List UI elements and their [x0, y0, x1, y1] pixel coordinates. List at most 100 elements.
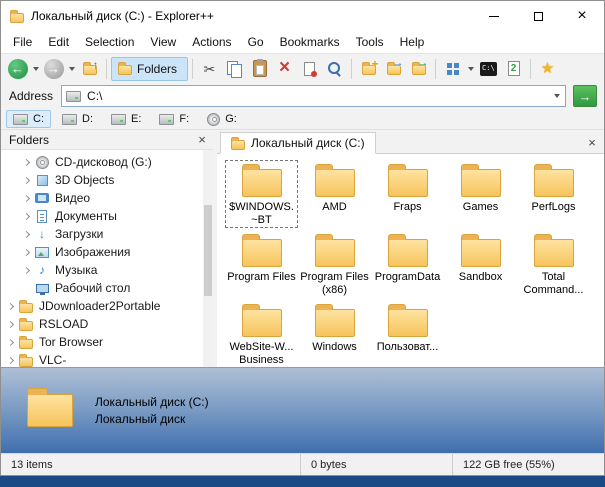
file-item-label: Program Files	[227, 271, 296, 283]
tree-item[interactable]: Загрузки	[1, 225, 203, 243]
expand-chevron-icon[interactable]	[22, 158, 31, 166]
menu-view[interactable]: View	[142, 32, 184, 52]
expand-chevron-icon[interactable]	[6, 356, 15, 364]
minimize-button[interactable]	[472, 1, 516, 31]
file-item[interactable]: Windows	[298, 300, 371, 367]
search-button[interactable]	[322, 57, 347, 81]
up-button[interactable]	[77, 57, 102, 81]
new-folder-button[interactable]	[356, 57, 381, 81]
forward-button[interactable]	[41, 57, 66, 81]
move-to-button[interactable]	[406, 57, 431, 81]
expand-chevron-icon[interactable]	[6, 302, 15, 310]
file-item[interactable]: Program Files (x86)	[298, 230, 371, 298]
menu-actions[interactable]: Actions	[184, 32, 239, 52]
drive-button-d[interactable]: D:	[55, 110, 100, 128]
drive-button-e[interactable]: E:	[104, 110, 148, 128]
forward-history-dropdown[interactable]	[66, 57, 77, 81]
tree-scrollbar-thumb[interactable]	[204, 205, 212, 297]
tree-item[interactable]: Музыка	[1, 261, 203, 279]
tree-scrollbar[interactable]	[203, 150, 213, 367]
address-input[interactable]: C:\	[61, 85, 566, 107]
menu-selection[interactable]: Selection	[77, 32, 142, 52]
file-item[interactable]: AMD	[298, 160, 371, 228]
command-prompt-button[interactable]	[476, 57, 501, 81]
views-menu-dropdown[interactable]	[465, 57, 476, 81]
file-item[interactable]: Total Command...	[517, 230, 590, 298]
tree-item[interactable]: Изображения	[1, 243, 203, 261]
toolbar-separator	[106, 58, 107, 79]
file-item[interactable]: Games	[444, 160, 517, 228]
expand-chevron-icon[interactable]	[22, 176, 31, 184]
tree-item-label: Документы	[55, 209, 117, 223]
menu-help[interactable]: Help	[392, 32, 433, 52]
tree-item[interactable]: 3D Objects	[1, 171, 203, 189]
menu-go[interactable]: Go	[240, 32, 272, 52]
file-item[interactable]: Fraps	[371, 160, 444, 228]
expand-chevron-icon[interactable]	[22, 230, 31, 238]
objects3d-icon	[36, 174, 48, 186]
tree-item-label: Музыка	[55, 263, 98, 277]
drive-icon	[66, 90, 82, 102]
file-item[interactable]: ProgramData	[371, 230, 444, 298]
tree-item[interactable]: Документы	[1, 207, 203, 225]
tab-local-disk-c[interactable]: Локальный диск (C:)	[220, 132, 376, 154]
status-size: 0 bytes	[301, 454, 453, 475]
close-button[interactable]	[560, 1, 604, 31]
expand-chevron-icon[interactable]	[22, 194, 31, 202]
maximize-button[interactable]	[516, 1, 560, 31]
cd-icon	[35, 155, 49, 169]
expand-chevron-icon[interactable]	[22, 248, 31, 256]
drive-button-f[interactable]: F:	[152, 110, 196, 128]
info-folder-icon	[27, 388, 73, 427]
go-button[interactable]	[573, 85, 597, 107]
file-item[interactable]: Program Files	[225, 230, 298, 298]
cut-button[interactable]	[197, 57, 222, 81]
window-controls	[472, 1, 604, 31]
tree-item[interactable]: CD-дисковод (G:)	[1, 153, 203, 171]
drive-label: E:	[131, 113, 142, 125]
delete-button[interactable]	[272, 57, 297, 81]
menu-edit[interactable]: Edit	[40, 32, 77, 52]
tree-item[interactable]: Tor Browser	[1, 333, 203, 351]
tree-item[interactable]: VLC-	[1, 351, 203, 367]
duplicate-tab-button[interactable]	[501, 57, 526, 81]
drive-button-g[interactable]: G:	[200, 110, 244, 128]
expand-chevron-icon[interactable]	[22, 212, 31, 220]
folders-panel: Folders CD-дисковод (G:) 3D Objects Видео Д…	[1, 130, 213, 367]
file-item[interactable]: Sandbox	[444, 230, 517, 298]
copy-to-button[interactable]	[381, 57, 406, 81]
tree-item[interactable]: Видео	[1, 189, 203, 207]
drive-icon	[13, 113, 28, 125]
paste-button[interactable]	[247, 57, 272, 81]
add-bookmark-button[interactable]	[535, 57, 560, 81]
tree-item[interactable]: JDownloader2Portable	[1, 297, 203, 315]
tree-item-icon-wrap	[34, 155, 50, 169]
expand-chevron-icon[interactable]	[22, 266, 31, 274]
drive-button-c[interactable]: C:	[6, 110, 51, 128]
close-tab-button[interactable]	[584, 134, 600, 150]
copy-button[interactable]	[222, 57, 247, 81]
menu-bookmarks[interactable]: Bookmarks	[272, 32, 348, 52]
window-title: Локальный диск (C:) - Explorer++	[31, 9, 214, 23]
back-button[interactable]	[5, 57, 30, 81]
tree-item[interactable]: Рабочий стол	[1, 279, 203, 297]
file-item[interactable]: WebSite-W... Business	[225, 300, 298, 367]
expand-chevron-icon[interactable]	[6, 338, 15, 346]
folders-button[interactable]: Folders	[111, 56, 189, 81]
menu-tools[interactable]: Tools	[348, 32, 392, 52]
menu-file[interactable]: File	[5, 32, 40, 52]
file-item[interactable]: PerfLogs	[517, 160, 590, 228]
expand-chevron-icon[interactable]	[6, 320, 15, 328]
file-item[interactable]: $WINDOWS.~BT	[225, 160, 298, 228]
menu-bar: File Edit Selection View Actions Go Bookmarks T…	[1, 31, 604, 53]
close-folders-button[interactable]	[194, 132, 210, 148]
back-history-dropdown[interactable]	[30, 57, 41, 81]
folders-label: Folders	[137, 61, 178, 76]
address-dropdown[interactable]	[548, 86, 565, 106]
file-item[interactable]: Пользоват...	[371, 300, 444, 367]
properties-button[interactable]	[297, 57, 322, 81]
chevron-down-icon	[553, 94, 560, 98]
toolbar-separator	[435, 58, 437, 79]
tree-item[interactable]: RSLOAD	[1, 315, 203, 333]
views-button[interactable]	[440, 57, 465, 81]
